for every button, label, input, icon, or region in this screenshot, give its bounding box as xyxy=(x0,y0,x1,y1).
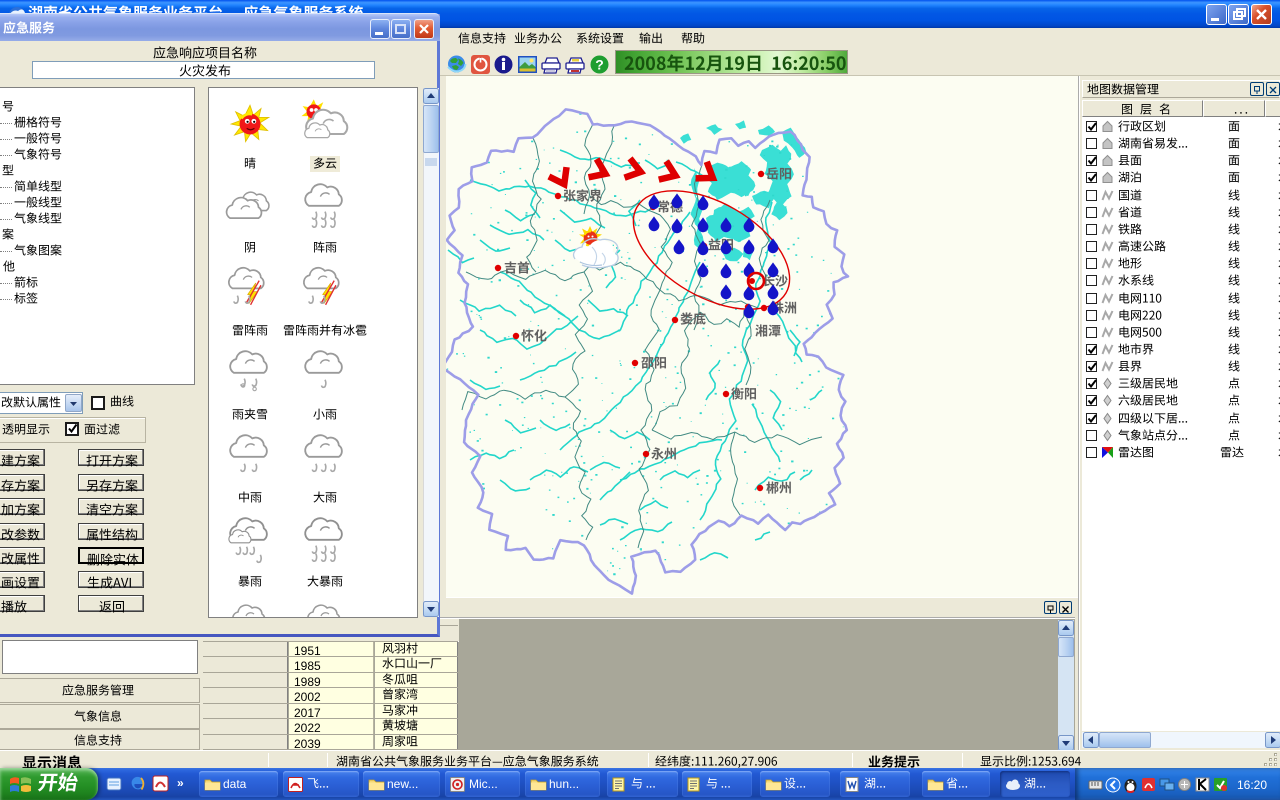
svg-text:?: ? xyxy=(595,57,604,73)
